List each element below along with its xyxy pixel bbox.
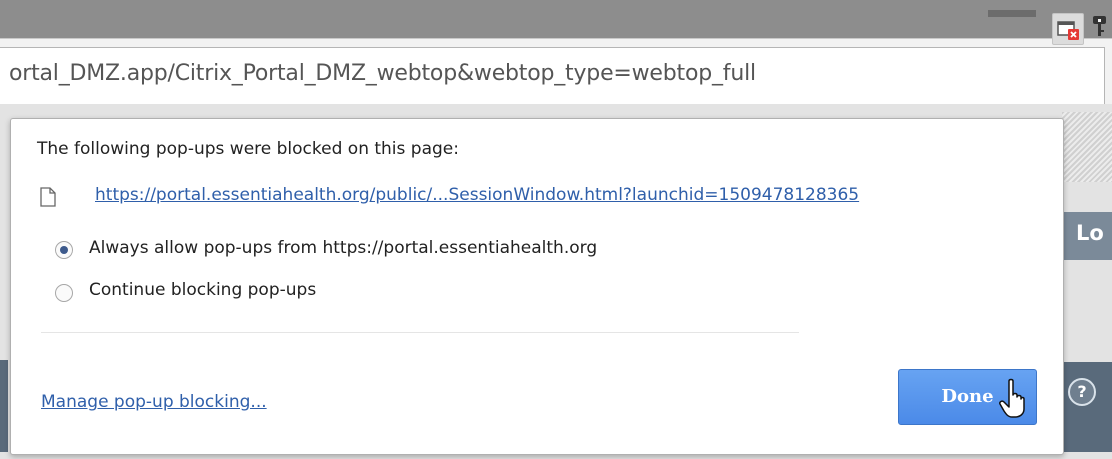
continue-blocking-radio[interactable]: [55, 284, 73, 302]
window-titlebar: [0, 0, 1112, 38]
mouse-pointer-icon: [999, 378, 1025, 418]
always-allow-radio[interactable]: [55, 241, 73, 259]
help-icon[interactable]: ?: [1068, 378, 1096, 406]
popup-blocked-icon[interactable]: [1052, 13, 1084, 45]
document-icon: [40, 187, 56, 207]
url-text[interactable]: ortal_DMZ.app/Citrix_Portal_DMZ_webtop&w…: [9, 61, 756, 86]
background-pattern: [1062, 112, 1112, 182]
blocked-popup-link[interactable]: https://portal.essentiahealth.org/public…: [95, 185, 859, 205]
always-allow-label[interactable]: Always allow pop-ups from https://portal…: [89, 238, 597, 258]
background-strip: [0, 360, 8, 452]
background-button-label: Lo: [1076, 221, 1104, 245]
bubble-heading: The following pop-ups were blocked on th…: [37, 139, 459, 159]
divider: [41, 332, 799, 333]
popup-blocked-bubble: The following pop-ups were blocked on th…: [10, 118, 1064, 455]
continue-blocking-label[interactable]: Continue blocking pop-ups: [89, 280, 316, 300]
key-icon[interactable]: [1091, 13, 1112, 41]
background-toolbar: [1062, 362, 1112, 452]
window-control-button[interactable]: [988, 10, 1036, 17]
address-bar[interactable]: ortal_DMZ.app/Citrix_Portal_DMZ_webtop&w…: [0, 47, 1105, 105]
manage-popup-blocking-link[interactable]: Manage pop-up blocking...: [41, 392, 267, 412]
